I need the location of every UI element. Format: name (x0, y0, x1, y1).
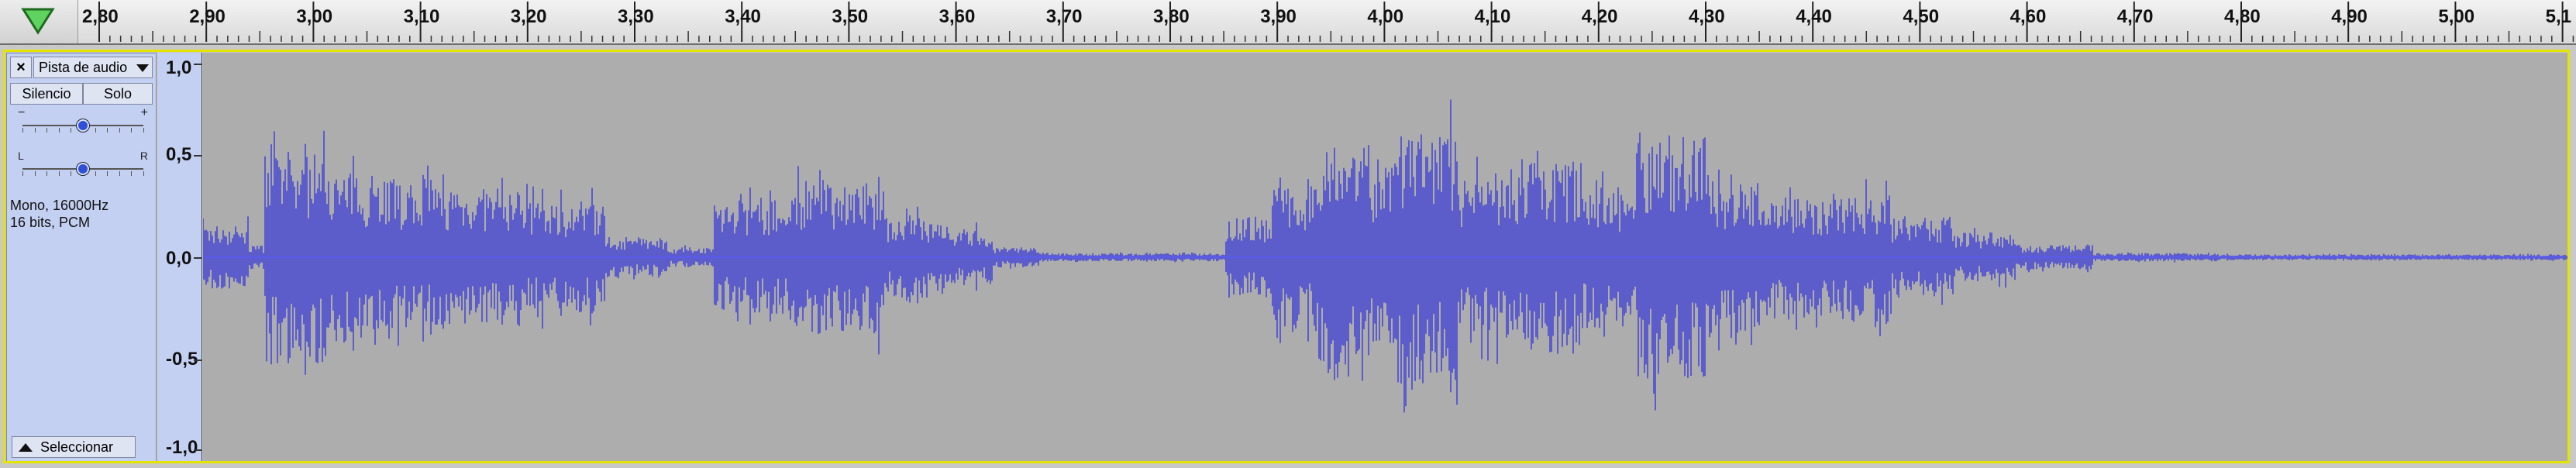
ruler-tick-label: 5,1 (2545, 6, 2571, 27)
ruler-tick-label: 4,80 (2224, 6, 2261, 27)
ruler-tick-label: 3,50 (832, 6, 869, 27)
ruler-tick-label: 4,90 (2331, 6, 2368, 27)
ruler-tick-label: 2,80 (82, 6, 119, 27)
ruler-tick-label: 3,20 (510, 6, 547, 27)
ruler-tick-label: 3,90 (1260, 6, 1297, 27)
ruler-tick-label: 4,30 (1689, 6, 1725, 27)
ruler-tick-label: 4,00 (1367, 6, 1404, 27)
ruler-tick-label: 5,00 (2438, 6, 2475, 27)
ruler-tick-label: 4,70 (2116, 6, 2154, 27)
track-focus-outline (3, 50, 2570, 463)
ruler-tick-label: 3,10 (403, 6, 440, 27)
ruler-tick-label: 4,20 (1581, 6, 1618, 27)
ruler-tick-label: 2,90 (189, 6, 226, 27)
ruler-tick-label: 3,40 (725, 6, 761, 27)
ruler-tick-label: 4,50 (1903, 6, 1940, 27)
timeline-ruler[interactable]: 2,80 2,90 3,00 3,10 3,20 3,30 3,40 3,50 3,60 3,70… (0, 0, 2576, 45)
ruler-tick-label: 3,80 (1153, 6, 1190, 27)
ruler-tick-label: 3,60 (938, 6, 976, 27)
ruler-tick-label: 3,00 (296, 6, 333, 27)
ruler-tick-label: 4,60 (2009, 6, 2047, 27)
ruler-tick-label: 4,40 (1796, 6, 1832, 27)
audio-track: × Pista de audio Silencio Solo − + L R M… (0, 46, 2576, 468)
ruler-tick-label: 3,30 (618, 6, 654, 27)
ruler-tick-label: 4,10 (1474, 6, 1511, 27)
ruler-tick-label: 3,70 (1045, 6, 1083, 27)
